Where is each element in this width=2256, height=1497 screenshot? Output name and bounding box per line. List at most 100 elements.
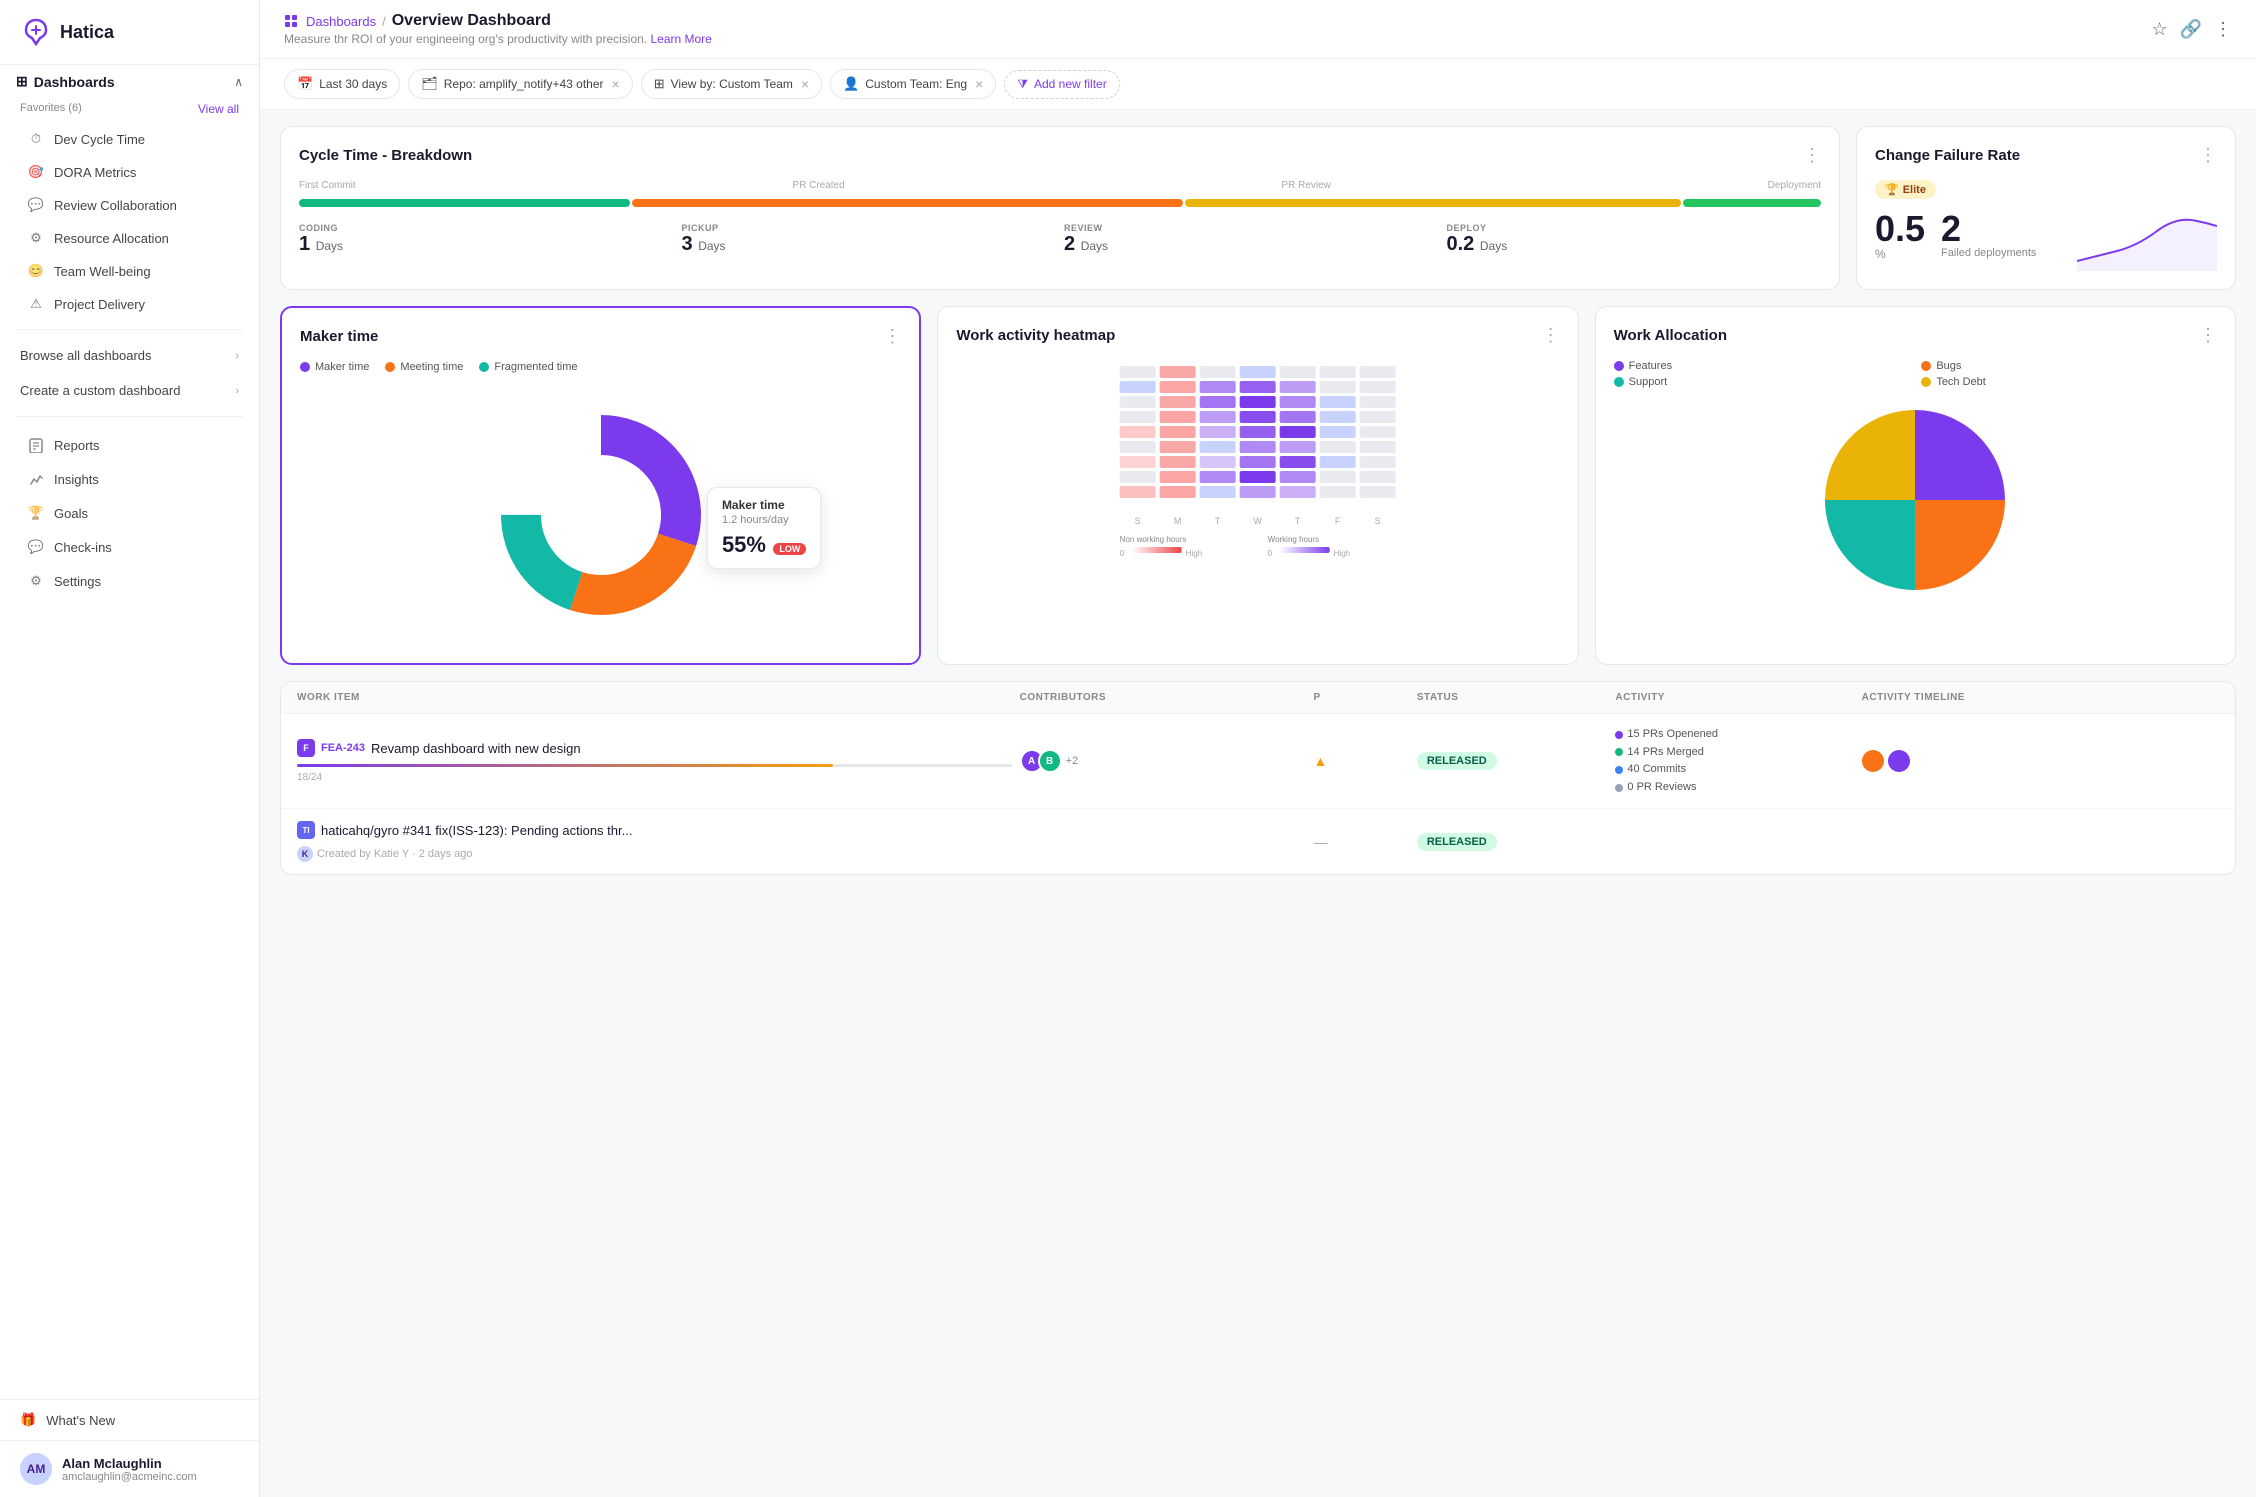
goals-icon: 🏆 bbox=[28, 505, 44, 521]
cycle-time-menu-icon[interactable]: ⋮ bbox=[1803, 145, 1821, 166]
item-type-badge-1: F bbox=[297, 739, 315, 757]
repo-close-icon[interactable]: × bbox=[612, 76, 620, 92]
view-by-icon: ⊞ bbox=[654, 76, 665, 92]
user-name: Alan Mclaughlin bbox=[62, 1456, 197, 1471]
work-allocation-menu-icon[interactable]: ⋮ bbox=[2199, 325, 2217, 346]
repo-icon: 🗂 bbox=[421, 76, 438, 92]
donut-container: Maker time 1.2 hours/day 55% LOW bbox=[300, 385, 901, 645]
user-profile[interactable]: AM Alan Mclaughlin amclaughlin@acmeinc.c… bbox=[0, 1440, 259, 1497]
bugs-label: Bugs bbox=[1936, 360, 1961, 372]
heatmap-header: Work activity heatmap ⋮ bbox=[956, 325, 1559, 346]
svg-text:Working hours: Working hours bbox=[1268, 535, 1319, 544]
cfr-menu-icon[interactable]: ⋮ bbox=[2199, 145, 2217, 166]
item-progress-1 bbox=[297, 764, 1012, 767]
sidebar-bottom: 🎁 What's New AM Alan Mclaughlin amclaugh… bbox=[0, 1399, 259, 1497]
custom-team-label: Custom Team: Eng bbox=[865, 77, 967, 91]
sidebar-item-goals[interactable]: 🏆 Goals bbox=[8, 497, 251, 529]
create-dashboard-nav[interactable]: Create a custom dashboard › bbox=[0, 373, 259, 408]
legend-tech-debt: Tech Debt bbox=[1921, 376, 2217, 388]
filters-bar: 📅 Last 30 days 🗂 Repo: amplify_notify+43… bbox=[260, 59, 2256, 110]
heatmap-svg: S M T W T F S Non working hours Working … bbox=[956, 364, 1559, 584]
table-row-2: TI haticahq/gyro #341 fix(ISS-123): Pend… bbox=[281, 809, 2235, 874]
sidebar-item-project-delivery[interactable]: ⚠ Project Delivery bbox=[8, 288, 251, 320]
dashboards-section-header[interactable]: ⊞ Dashboards ∧ bbox=[0, 65, 259, 98]
svg-text:0: 0 bbox=[1120, 549, 1125, 558]
sidebar-item-review-collaboration[interactable]: 💬 Review Collaboration bbox=[8, 189, 251, 221]
dashboards-collapse-icon[interactable]: ∧ bbox=[234, 75, 243, 89]
middle-row: Maker time ⋮ Maker time Meeting time bbox=[280, 306, 2236, 665]
svg-text:T: T bbox=[1295, 516, 1301, 526]
cfr-failed-label: Failed deployments bbox=[1941, 247, 2036, 259]
breadcrumb-dashboards-link[interactable]: Dashboards bbox=[284, 14, 376, 29]
cycle-time-header: Cycle Time - Breakdown ⋮ bbox=[299, 145, 1821, 166]
features-dot bbox=[1614, 361, 1624, 371]
custom-team-filter[interactable]: 👤 Custom Team: Eng × bbox=[830, 69, 996, 99]
top-row: Cycle Time - Breakdown ⋮ First Commit PR… bbox=[280, 126, 2236, 290]
browse-dashboards-nav[interactable]: Browse all dashboards › bbox=[0, 338, 259, 373]
heatmap-menu-icon[interactable]: ⋮ bbox=[1542, 325, 1560, 346]
activity-1: 15 PRs Openened 14 PRs Merged 40 Commits… bbox=[1615, 726, 1853, 796]
add-filter-button[interactable]: ⧩ Add new filter bbox=[1004, 70, 1119, 99]
maker-time-card: Maker time ⋮ Maker time Meeting time bbox=[280, 306, 921, 665]
link-icon[interactable]: 🔗 bbox=[2180, 19, 2202, 40]
sidebar-item-label: DORA Metrics bbox=[54, 165, 136, 180]
tooltip-sub: 1.2 hours/day bbox=[722, 514, 806, 526]
activity-line-pr-reviews: 0 PR Reviews bbox=[1615, 779, 1853, 797]
work-item-info-1: F FEA-243 Revamp dashboard with new desi… bbox=[297, 739, 1012, 783]
more-options-icon[interactable]: ⋮ bbox=[2214, 19, 2232, 40]
legend-meeting-label: Meeting time bbox=[400, 361, 463, 373]
view-by-filter[interactable]: ⊞ View by: Custom Team × bbox=[641, 69, 822, 99]
coding-stage: CODING 1 Days bbox=[299, 223, 674, 256]
sidebar-item-dora-metrics[interactable]: 🎯 DORA Metrics bbox=[8, 156, 251, 188]
sidebar-item-resource-allocation[interactable]: ⚙ Resource Allocation bbox=[8, 222, 251, 254]
activity-line-prs-opened: 15 PRs Openened bbox=[1615, 726, 1853, 744]
sidebar-item-settings[interactable]: ⚙ Settings bbox=[8, 565, 251, 597]
view-by-close-icon[interactable]: × bbox=[801, 76, 809, 92]
col-priority: P bbox=[1314, 692, 1409, 703]
repo-filter[interactable]: 🗂 Repo: amplify_notify+43 other × bbox=[408, 69, 632, 99]
whats-new-icon: 🎁 bbox=[20, 1412, 36, 1428]
whats-new-nav[interactable]: 🎁 What's New bbox=[0, 1400, 259, 1440]
coding-bar bbox=[299, 199, 630, 207]
sidebar-item-label: Dev Cycle Time bbox=[54, 132, 145, 147]
cfr-rate-group: 0.5 % bbox=[1875, 211, 1925, 261]
view-all-link[interactable]: View all bbox=[198, 102, 239, 116]
star-icon[interactable]: ☆ bbox=[2151, 19, 2167, 40]
divider-2 bbox=[16, 416, 243, 417]
pickup-bar bbox=[632, 199, 1183, 207]
deploy-bar bbox=[1683, 199, 1821, 207]
activity-line-commits: 40 Commits bbox=[1615, 761, 1853, 779]
sidebar-item-checkins[interactable]: 💬 Check-ins bbox=[8, 531, 251, 563]
cycle-time-icon: ⏱ bbox=[28, 131, 44, 147]
team-close-icon[interactable]: × bbox=[975, 76, 983, 92]
wellbeing-icon: 😊 bbox=[28, 263, 44, 279]
activity-dot-2 bbox=[1615, 748, 1623, 756]
col-status: STATUS bbox=[1417, 692, 1608, 703]
date-range-filter[interactable]: 📅 Last 30 days bbox=[284, 69, 400, 99]
page-title: Overview Dashboard bbox=[392, 12, 551, 30]
review-stage: REVIEW 2 Days bbox=[1064, 223, 1439, 256]
work-item-id-2: TI haticahq/gyro #341 fix(ISS-123): Pend… bbox=[297, 821, 1012, 839]
checkins-icon: 💬 bbox=[28, 539, 44, 555]
svg-text:High: High bbox=[1334, 549, 1350, 558]
hatica-logo-icon bbox=[20, 16, 52, 48]
sidebar-item-reports[interactable]: Reports bbox=[8, 429, 251, 461]
maker-time-menu-icon[interactable]: ⋮ bbox=[883, 326, 901, 347]
sidebar-item-insights[interactable]: Insights bbox=[8, 463, 251, 495]
features-label: Features bbox=[1629, 360, 1672, 372]
timeline-1 bbox=[1862, 750, 2219, 772]
cfr-rate-value: 0.5 bbox=[1875, 211, 1925, 247]
activity-dot-4 bbox=[1615, 784, 1623, 792]
whats-new-label: What's New bbox=[46, 1413, 115, 1428]
sidebar-item-team-wellbeing[interactable]: 😊 Team Well-being bbox=[8, 255, 251, 287]
donut-tooltip: Maker time 1.2 hours/day 55% LOW bbox=[707, 487, 821, 569]
dora-icon: 🎯 bbox=[28, 164, 44, 180]
legend-bugs: Bugs bbox=[1921, 360, 2217, 372]
sidebar-item-label: Project Delivery bbox=[54, 297, 145, 312]
learn-more-link[interactable]: Learn More bbox=[650, 32, 711, 46]
sidebar-item-label: Team Well-being bbox=[54, 264, 151, 279]
tooltip-pct-row: 55% LOW bbox=[722, 532, 806, 558]
item-meta-2: K Created by Katie Y · 2 days ago bbox=[297, 846, 1012, 862]
topbar: Dashboards / Overview Dashboard Measure … bbox=[260, 0, 2256, 59]
sidebar-item-dev-cycle-time[interactable]: ⏱ Dev Cycle Time bbox=[8, 123, 251, 155]
